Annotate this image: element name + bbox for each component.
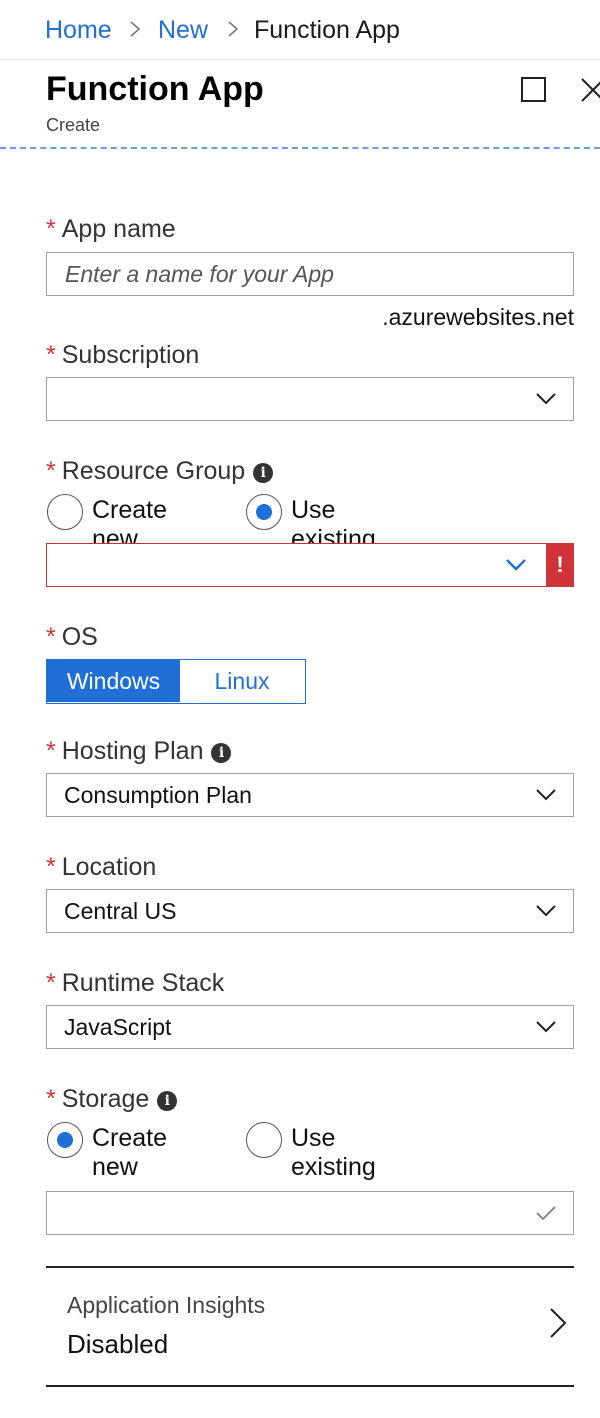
resource-group-dropdown[interactable]: ! [46,543,574,587]
storage-create-new-label: Create new [92,1124,168,1181]
error-icon: ! [546,543,574,587]
info-icon[interactable]: i [157,1091,178,1111]
location-label: * Location [46,853,157,881]
page-title: Function App [46,70,264,108]
breadcrumb: Home New Function App [0,0,600,60]
os-label: * OS [46,623,98,651]
app-name-label: * App name [46,215,176,243]
checkmark-icon [536,1206,556,1221]
location-dropdown[interactable]: Central US [46,889,574,933]
close-icon[interactable] [578,76,600,104]
chevron-right-icon [226,18,240,46]
os-toggle: Windows Linux [46,659,306,704]
chevron-down-icon [536,1021,556,1033]
breadcrumb-new-link[interactable]: New [158,16,208,45]
hosting-plan-value: Consumption Plan [64,782,252,808]
chevron-down-icon [536,393,556,405]
chevron-down-icon [536,905,556,917]
runtime-stack-value: JavaScript [64,1014,172,1040]
resource-group-label: * Resource Group i [46,457,274,486]
subscription-label: * Subscription [46,341,200,369]
breadcrumb-current: Function App [254,16,400,44]
storage-use-existing-label: Use existing [291,1124,376,1181]
runtime-stack-label: * Runtime Stack [46,969,225,997]
subscription-dropdown[interactable] [46,377,574,421]
resource-group-use-existing-radio[interactable] [246,494,282,530]
location-value: Central US [64,898,177,924]
resource-group-create-new-radio[interactable] [47,494,83,530]
section-divider [46,1385,574,1387]
chevron-down-icon [506,559,526,571]
storage-create-new-radio[interactable] [47,1122,83,1158]
breadcrumb-home-link[interactable]: Home [45,16,112,45]
app-name-input[interactable]: Enter a name for your App [46,252,574,296]
chevron-down-icon [536,789,556,801]
app-name-placeholder: Enter a name for your App [65,261,334,287]
storage-name-input[interactable] [46,1191,574,1235]
application-insights-value: Disabled [67,1329,169,1359]
runtime-stack-dropdown[interactable]: JavaScript [46,1005,574,1049]
domain-suffix: .azurewebsites.net [382,304,574,330]
storage-use-existing-radio[interactable] [246,1122,282,1158]
application-insights-label: Application Insights [67,1292,266,1318]
os-windows-button[interactable]: Windows [47,660,180,702]
os-linux-button[interactable]: Linux [180,660,304,702]
info-icon[interactable]: i [253,463,274,483]
application-insights-row[interactable]: Application Insights Disabled [46,1268,574,1386]
chevron-right-icon [128,18,142,46]
chevron-right-icon [550,1308,567,1338]
storage-label: * Storage i [46,1085,178,1114]
info-icon[interactable]: i [211,743,232,763]
maximize-icon[interactable] [521,77,546,102]
page-subtitle: Create [46,115,101,135]
hosting-plan-dropdown[interactable]: Consumption Plan [46,773,574,817]
hosting-plan-label: * Hosting Plan i [46,737,232,766]
header-divider [0,147,600,149]
